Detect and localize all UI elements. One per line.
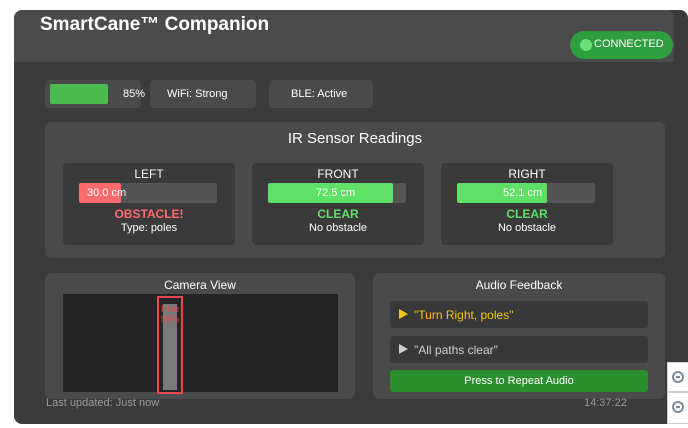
detection-name: Pole [161,304,180,314]
sensor-front-detail: No obstacle [308,222,368,234]
sensor-front-bar: 72.5 cm [268,183,406,203]
ble-status: BLE: Active [269,80,373,108]
audio-message-active[interactable]: "Turn Right, poles" [390,301,648,328]
app-title: SmartCane™ Companion [40,14,270,35]
sensor-front-name: FRONT [317,167,359,181]
repeat-audio-button[interactable]: Press to Repeat Audio [390,370,648,392]
zoom-in-icon [672,371,684,383]
play-icon [399,309,408,319]
wifi-label: WiFi: Strong [167,88,228,100]
audio-message-text: "All paths clear" [414,343,498,357]
audio-message-text: "Turn Right, poles" [414,308,514,322]
sensor-left-bar: 30.0 cm [79,183,217,203]
connection-label: CONNECTED [594,38,664,50]
detection-confidence: 98% [161,314,180,324]
sensor-right-bar: 52.1 cm [457,183,595,203]
camera-feed [63,294,338,392]
connection-badge: CONNECTED [570,31,673,59]
wifi-status: WiFi: Strong [150,80,256,108]
sensor-right: RIGHT 52.1 cm CLEAR No obstacle [441,163,613,245]
zoom-out-control[interactable] [667,392,688,424]
detection-box: Pole 98% [157,296,183,394]
last-updated: Last updated: Just now [46,397,160,409]
battery-fill [50,84,108,104]
zoom-in-control[interactable] [667,362,688,392]
play-icon [399,344,408,354]
sensor-left-value: 30.0 cm [87,187,127,199]
sensor-right-detail: No obstacle [497,222,557,234]
camera-title: Camera View [164,278,236,292]
sensor-right-name: RIGHT [508,167,546,181]
repeat-audio-label: Press to Repeat Audio [464,375,574,387]
audio-message[interactable]: "All paths clear" [390,336,648,363]
battery-indicator: 85% [45,80,145,108]
sensor-left-state: OBSTACLE! [114,207,184,221]
ir-sensor-title: IR Sensor Readings [287,130,423,147]
sensor-left-name: LEFT [134,167,164,181]
detection-label: Pole 98% [161,304,179,324]
sensor-right-value: 52.1 cm [503,187,543,199]
audio-title: Audio Feedback [475,278,563,292]
sensor-front: FRONT 72.5 cm CLEAR No obstacle [252,163,424,245]
sensor-left: LEFT 30.0 cm OBSTACLE! Type: poles [63,163,235,245]
zoom-out-icon [672,401,684,413]
battery-label: 85% [123,88,146,100]
connection-dot-icon [580,39,592,51]
clock: 14:37:22 [584,397,627,409]
sensor-right-state: CLEAR [506,207,548,221]
ble-label: BLE: Active [291,88,348,100]
sensor-front-state: CLEAR [317,207,359,221]
sensor-front-value: 72.5 cm [316,187,356,199]
sensor-left-detail: Type: poles [120,222,178,234]
